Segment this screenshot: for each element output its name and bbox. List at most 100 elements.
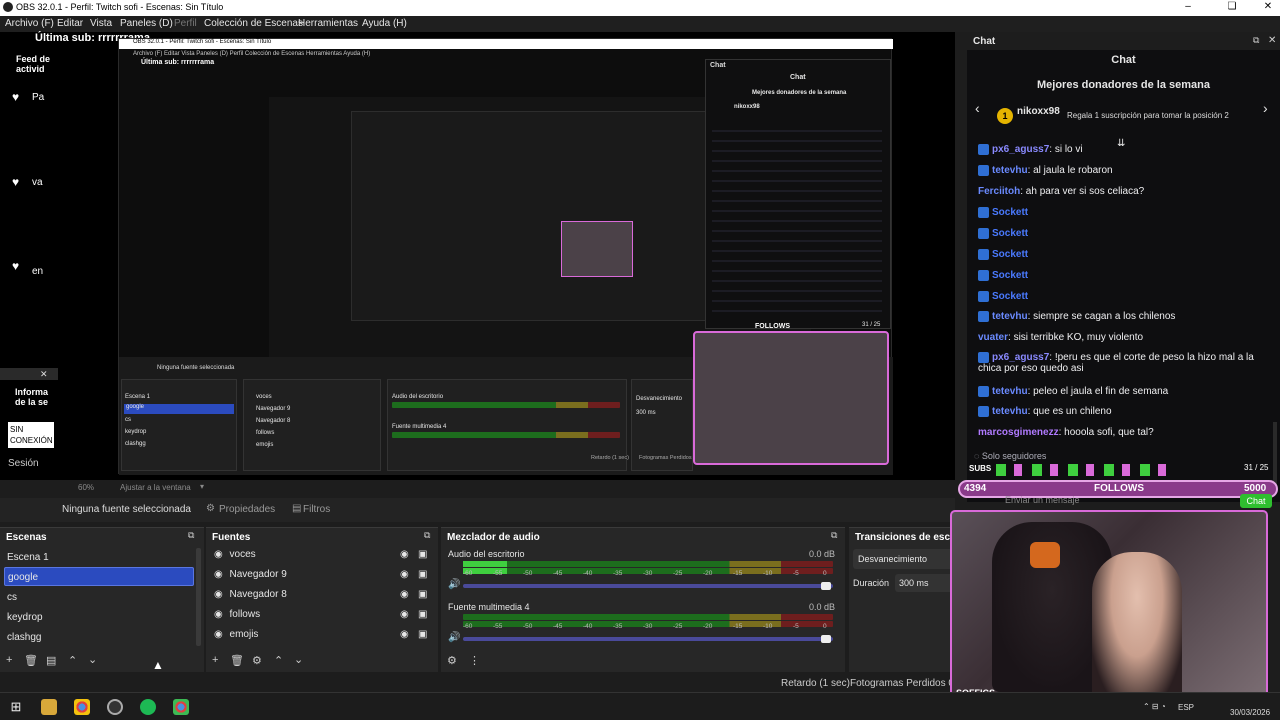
- chevron-down-icon[interactable]: ⌄: [294, 653, 303, 666]
- chevron-right-icon[interactable]: ›: [1263, 100, 1268, 116]
- heart-icon: ♥: [12, 175, 20, 189]
- chat-username[interactable]: marcosgimenezz: [978, 427, 1059, 438]
- chat-username[interactable]: tetevhu: [992, 406, 1028, 417]
- nested-dur: 300 ms: [636, 410, 656, 416]
- chevron-left-icon[interactable]: ‹: [975, 100, 980, 116]
- menu-paneles[interactable]: Paneles (D): [120, 18, 173, 29]
- scene-item[interactable]: cs: [4, 588, 194, 607]
- add-source-button[interactable]: +: [212, 654, 218, 666]
- activity-item: Pa: [32, 92, 45, 103]
- chat-username[interactable]: px6_aguss7: [992, 144, 1049, 155]
- file-explorer-icon[interactable]: [41, 699, 57, 715]
- dock-float-icon[interactable]: ⧉: [831, 530, 837, 541]
- menu-ayuda[interactable]: Ayuda (H): [362, 18, 407, 29]
- eye-icon[interactable]: ◉: [400, 569, 409, 580]
- nested-source: Navegador 8: [256, 418, 291, 424]
- chevron-up-icon[interactable]: ⌃: [68, 654, 77, 667]
- dock-float-icon[interactable]: ⧉: [188, 530, 194, 541]
- scene-item-selected[interactable]: google: [4, 567, 194, 586]
- source-item[interactable]: ◉ follows ◉ ▣: [214, 609, 432, 629]
- chevron-down-icon[interactable]: ▾: [200, 482, 204, 491]
- lock-icon[interactable]: ▣: [418, 569, 427, 580]
- minimize-button[interactable]: –: [1178, 1, 1198, 12]
- source-item[interactable]: ◉ Navegador 9 ◉ ▣: [214, 569, 432, 589]
- close-icon[interactable]: ✕: [1268, 35, 1276, 46]
- chat-username[interactable]: tetevhu: [992, 386, 1028, 397]
- eye-icon[interactable]: ◉: [400, 549, 409, 560]
- source-item[interactable]: ◉ emojis ◉ ▣: [214, 629, 432, 649]
- close-icon[interactable]: ✕: [40, 369, 48, 380]
- menu-herramientas[interactable]: Herramientas: [298, 18, 358, 29]
- dock-float-icon[interactable]: ⧉: [1253, 35, 1259, 46]
- trash-icon[interactable]: 🗑: [24, 654, 38, 667]
- lock-icon[interactable]: ▣: [418, 589, 427, 600]
- scenes-scrollbar[interactable]: [196, 548, 201, 646]
- date-display[interactable]: 30/03/2026: [1230, 708, 1270, 717]
- browser-icon: ◉: [214, 629, 223, 640]
- lock-icon[interactable]: ▣: [418, 629, 427, 640]
- lock-icon[interactable]: ▣: [418, 549, 427, 560]
- chevron-up-icon[interactable]: ⌃: [274, 654, 283, 667]
- emote-strip: [996, 464, 1176, 476]
- scene-item[interactable]: keydrop: [4, 608, 194, 627]
- chat-username[interactable]: tetevhu: [992, 311, 1028, 322]
- chrome-icon[interactable]: [173, 699, 189, 715]
- nested-menu: Archivo (F) Editar Vista Paneles (D) Per…: [133, 51, 371, 57]
- menu-coleccion-escenas[interactable]: Colección de Escenas: [204, 18, 303, 29]
- chrome-icon[interactable]: [74, 699, 90, 715]
- volume-knob[interactable]: [821, 582, 831, 590]
- add-scene-button[interactable]: +: [6, 654, 12, 666]
- transition-select[interactable]: Desvanecimiento: [853, 549, 953, 569]
- scene-item[interactable]: clashgg: [4, 628, 194, 647]
- chat-send-button[interactable]: Chat: [1240, 494, 1272, 508]
- source-item[interactable]: ◉ voces ◉ ▣: [214, 549, 432, 569]
- menu-perfil[interactable]: Perfil: [174, 18, 197, 29]
- speaker-icon[interactable]: 🔊: [448, 579, 460, 590]
- chat-username[interactable]: px6_aguss7: [992, 352, 1049, 363]
- windows-start-icon[interactable]: ⊞: [8, 699, 24, 715]
- chat-username[interactable]: Sockett: [992, 291, 1028, 302]
- duration-input[interactable]: 300 ms: [895, 574, 953, 592]
- chat-username[interactable]: Sockett: [992, 249, 1028, 260]
- menu-vista[interactable]: Vista: [90, 18, 112, 29]
- chat-input[interactable]: Enviar un mensaje: [1005, 495, 1080, 505]
- trash-icon[interactable]: 🗑: [230, 654, 244, 667]
- duration-label: Duración: [853, 578, 890, 588]
- volume-slider[interactable]: [463, 637, 833, 641]
- tray-icons[interactable]: ⌃ ⊟ ◔: [1143, 702, 1166, 711]
- speaker-icon[interactable]: 🔊: [448, 632, 460, 643]
- scene-item[interactable]: Escena 1: [4, 548, 194, 567]
- volume-knob[interactable]: [821, 635, 831, 643]
- fit-window-button[interactable]: Ajustar a la ventana: [120, 483, 191, 492]
- gear-icon[interactable]: ⚙: [252, 654, 262, 667]
- menu-editar[interactable]: Editar: [57, 18, 83, 29]
- close-window-button[interactable]: ✕: [1258, 1, 1278, 12]
- zoom-level[interactable]: 60%: [78, 483, 94, 492]
- eye-icon[interactable]: ◉: [400, 589, 409, 600]
- chat-username[interactable]: Ferciitoh: [978, 186, 1020, 197]
- context-bar: Ninguna fuente seleccionada ⚙ Propiedade…: [0, 498, 955, 522]
- properties-button[interactable]: Propiedades: [219, 504, 275, 515]
- gear-icon[interactable]: ⚙: [447, 654, 457, 667]
- chat-username[interactable]: tetevhu: [992, 165, 1028, 176]
- chat-username[interactable]: vuater: [978, 332, 1008, 343]
- language-indicator[interactable]: ESP: [1178, 703, 1194, 712]
- chevron-down-icon[interactable]: ⌄: [88, 653, 97, 666]
- eye-icon[interactable]: ◉: [400, 629, 409, 640]
- chat-username[interactable]: Sockett: [992, 228, 1028, 239]
- volume-slider[interactable]: [463, 584, 833, 588]
- eye-icon[interactable]: ◉: [400, 609, 409, 620]
- menu-archivo[interactable]: Archivo (F): [5, 18, 54, 29]
- maximize-button[interactable]: ❏: [1222, 1, 1242, 12]
- chat-username[interactable]: Sockett: [992, 207, 1028, 218]
- more-options-icon[interactable]: ⋮: [469, 654, 480, 667]
- filters-button[interactable]: Filtros: [303, 504, 330, 515]
- spotify-icon[interactable]: [140, 699, 156, 715]
- lock-icon[interactable]: ▣: [418, 609, 427, 620]
- filter-icon[interactable]: ▤: [46, 654, 56, 667]
- nested-scene: Escena 1: [125, 394, 151, 400]
- dock-float-icon[interactable]: ⧉: [424, 530, 430, 541]
- source-item[interactable]: ◉ Navegador 8 ◉ ▣: [214, 589, 432, 609]
- chat-username[interactable]: Sockett: [992, 270, 1028, 281]
- obs-icon[interactable]: [107, 699, 123, 715]
